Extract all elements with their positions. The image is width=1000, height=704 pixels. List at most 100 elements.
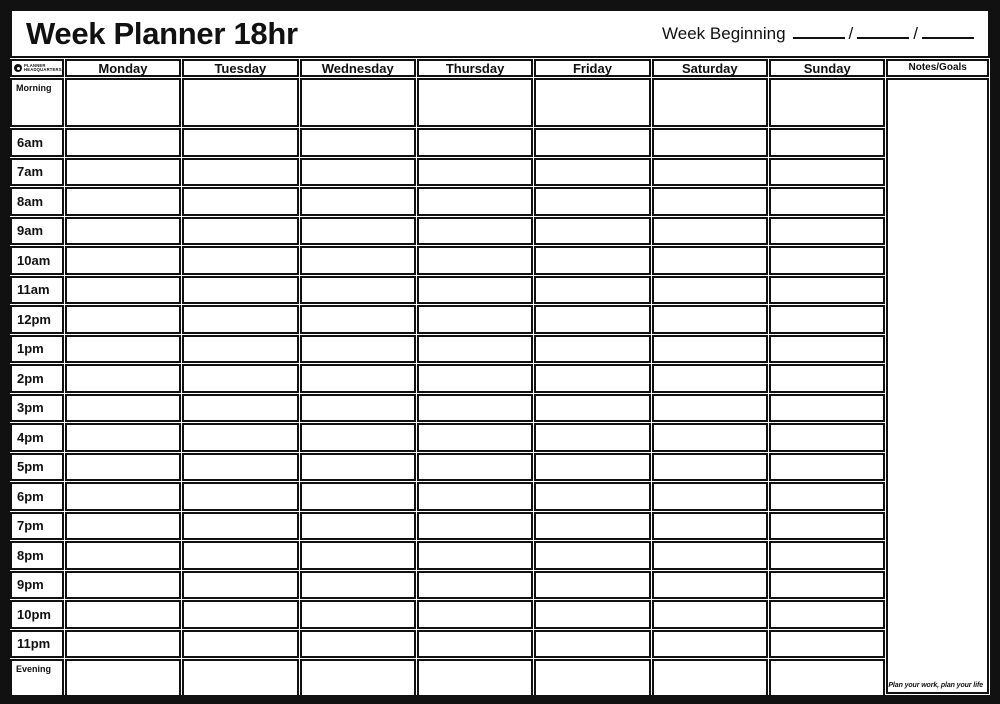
slot-morning[interactable] bbox=[769, 78, 886, 127]
slot-hour[interactable] bbox=[182, 570, 299, 599]
slot-hour[interactable] bbox=[416, 246, 534, 275]
slot-hour[interactable] bbox=[182, 216, 299, 245]
slot-hour[interactable] bbox=[64, 275, 182, 304]
slot-hour[interactable] bbox=[299, 541, 416, 570]
slot-hour[interactable] bbox=[416, 157, 534, 186]
slot-hour[interactable] bbox=[769, 364, 886, 393]
slot-hour[interactable] bbox=[769, 629, 886, 658]
slot-hour[interactable] bbox=[64, 600, 182, 629]
slot-morning[interactable] bbox=[182, 78, 299, 127]
slot-hour[interactable] bbox=[299, 305, 416, 334]
slot-hour[interactable] bbox=[299, 334, 416, 363]
slot-hour[interactable] bbox=[182, 393, 299, 422]
slot-hour[interactable] bbox=[182, 423, 299, 452]
slot-hour[interactable] bbox=[651, 600, 769, 629]
slot-evening[interactable] bbox=[299, 659, 416, 695]
slot-hour[interactable] bbox=[182, 246, 299, 275]
slot-hour[interactable] bbox=[651, 452, 769, 481]
slot-hour[interactable] bbox=[769, 482, 886, 511]
slot-hour[interactable] bbox=[182, 600, 299, 629]
slot-hour[interactable] bbox=[416, 482, 534, 511]
notes-entry-area[interactable]: Plan your work, plan your life bbox=[886, 78, 989, 694]
slot-hour[interactable] bbox=[651, 128, 769, 157]
slot-hour[interactable] bbox=[769, 246, 886, 275]
slot-hour[interactable] bbox=[769, 541, 886, 570]
slot-hour[interactable] bbox=[769, 157, 886, 186]
slot-hour[interactable] bbox=[416, 393, 534, 422]
slot-hour[interactable] bbox=[299, 482, 416, 511]
slot-hour[interactable] bbox=[651, 511, 769, 540]
slot-hour[interactable] bbox=[64, 511, 182, 540]
slot-hour[interactable] bbox=[64, 482, 182, 511]
slot-hour[interactable] bbox=[64, 246, 182, 275]
slot-hour[interactable] bbox=[64, 157, 182, 186]
slot-hour[interactable] bbox=[534, 157, 651, 186]
slot-morning[interactable] bbox=[416, 78, 534, 127]
slot-hour[interactable] bbox=[416, 452, 534, 481]
slot-hour[interactable] bbox=[64, 452, 182, 481]
slot-hour[interactable] bbox=[182, 482, 299, 511]
slot-hour[interactable] bbox=[651, 541, 769, 570]
slot-hour[interactable] bbox=[416, 128, 534, 157]
slot-hour[interactable] bbox=[182, 511, 299, 540]
slot-hour[interactable] bbox=[299, 275, 416, 304]
slot-hour[interactable] bbox=[182, 187, 299, 216]
slot-hour[interactable] bbox=[651, 423, 769, 452]
slot-hour[interactable] bbox=[416, 570, 534, 599]
slot-hour[interactable] bbox=[299, 187, 416, 216]
slot-morning[interactable] bbox=[534, 78, 651, 127]
slot-hour[interactable] bbox=[416, 364, 534, 393]
slot-hour[interactable] bbox=[182, 629, 299, 658]
slot-hour[interactable] bbox=[416, 541, 534, 570]
slot-hour[interactable] bbox=[182, 452, 299, 481]
slot-hour[interactable] bbox=[769, 600, 886, 629]
slot-hour[interactable] bbox=[769, 393, 886, 422]
slot-hour[interactable] bbox=[534, 452, 651, 481]
slot-hour[interactable] bbox=[651, 364, 769, 393]
slot-hour[interactable] bbox=[299, 128, 416, 157]
slot-hour[interactable] bbox=[769, 128, 886, 157]
slot-morning[interactable] bbox=[299, 78, 416, 127]
slot-hour[interactable] bbox=[534, 423, 651, 452]
week-beginning-year-blank[interactable] bbox=[922, 25, 974, 39]
slot-hour[interactable] bbox=[416, 629, 534, 658]
slot-hour[interactable] bbox=[651, 275, 769, 304]
slot-evening[interactable] bbox=[651, 659, 769, 695]
slot-hour[interactable] bbox=[534, 364, 651, 393]
slot-hour[interactable] bbox=[534, 393, 651, 422]
slot-hour[interactable] bbox=[416, 423, 534, 452]
slot-hour[interactable] bbox=[416, 511, 534, 540]
slot-hour[interactable] bbox=[299, 629, 416, 658]
slot-hour[interactable] bbox=[651, 305, 769, 334]
slot-hour[interactable] bbox=[534, 570, 651, 599]
slot-hour[interactable] bbox=[769, 423, 886, 452]
slot-hour[interactable] bbox=[651, 629, 769, 658]
slot-hour[interactable] bbox=[769, 305, 886, 334]
slot-hour[interactable] bbox=[299, 157, 416, 186]
slot-hour[interactable] bbox=[416, 600, 534, 629]
slot-hour[interactable] bbox=[299, 393, 416, 422]
slot-hour[interactable] bbox=[299, 570, 416, 599]
slot-hour[interactable] bbox=[769, 334, 886, 363]
slot-morning[interactable] bbox=[651, 78, 769, 127]
slot-hour[interactable] bbox=[64, 570, 182, 599]
slot-hour[interactable] bbox=[64, 187, 182, 216]
slot-hour[interactable] bbox=[416, 334, 534, 363]
slot-evening[interactable] bbox=[416, 659, 534, 695]
slot-hour[interactable] bbox=[534, 128, 651, 157]
slot-hour[interactable] bbox=[416, 305, 534, 334]
slot-hour[interactable] bbox=[182, 157, 299, 186]
slot-hour[interactable] bbox=[534, 334, 651, 363]
slot-hour[interactable] bbox=[534, 511, 651, 540]
week-beginning-field[interactable]: Week Beginning / / bbox=[662, 24, 980, 44]
slot-hour[interactable] bbox=[182, 364, 299, 393]
slot-hour[interactable] bbox=[64, 364, 182, 393]
slot-hour[interactable] bbox=[769, 275, 886, 304]
slot-hour[interactable] bbox=[651, 157, 769, 186]
slot-hour[interactable] bbox=[651, 482, 769, 511]
slot-hour[interactable] bbox=[769, 187, 886, 216]
slot-hour[interactable] bbox=[299, 423, 416, 452]
slot-hour[interactable] bbox=[534, 305, 651, 334]
week-beginning-month-blank[interactable] bbox=[857, 25, 910, 39]
slot-hour[interactable] bbox=[299, 452, 416, 481]
